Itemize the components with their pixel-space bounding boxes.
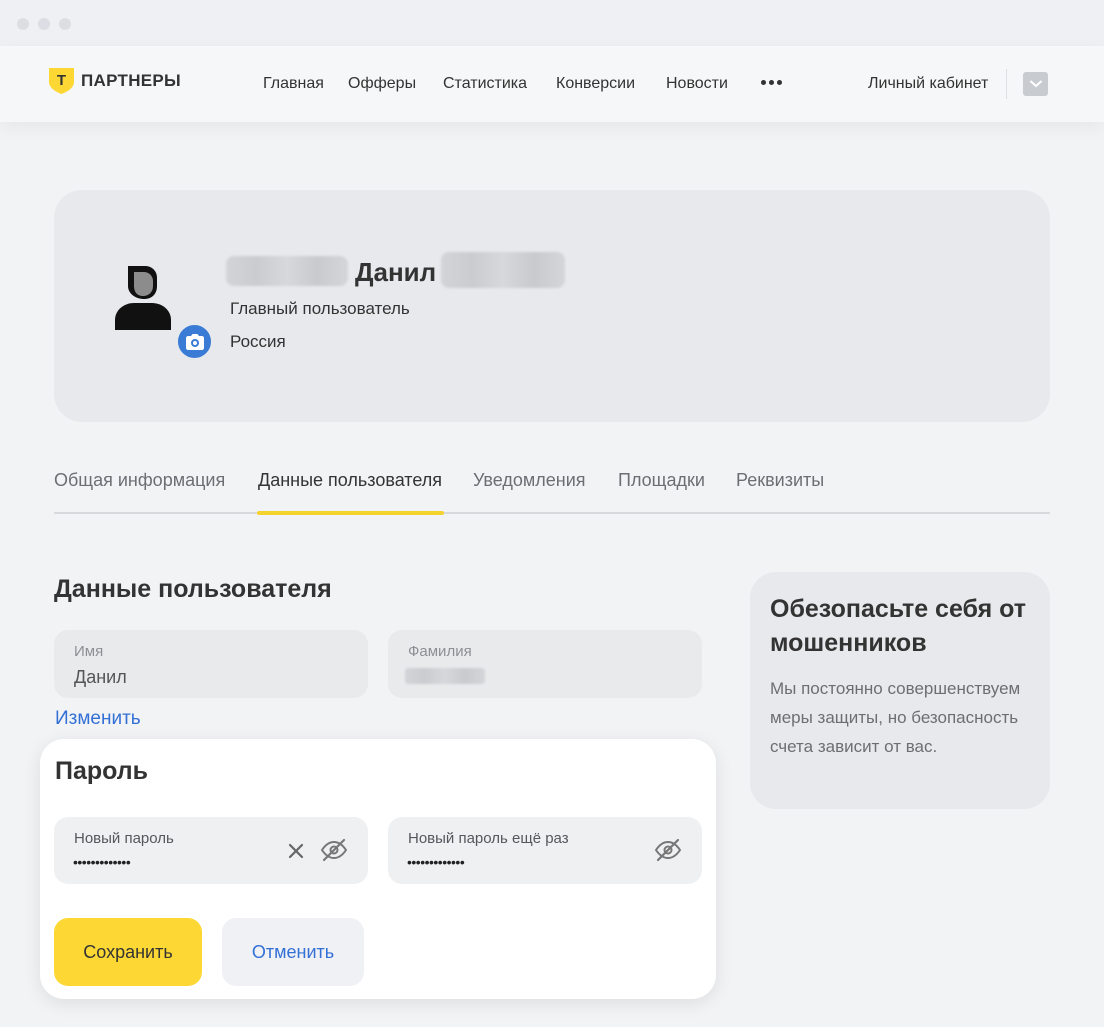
nav-item-offers[interactable]: Офферы [348, 74, 416, 94]
user-avatar [115, 266, 171, 330]
eye-off-icon[interactable] [654, 838, 682, 862]
password-title: Пароль [55, 757, 149, 785]
shield-logo-icon: Т [49, 68, 74, 94]
nav-item-news[interactable]: Новости [666, 74, 728, 94]
redacted-last-name [405, 668, 485, 684]
repeat-password-label: Новый пароль ещё раз [408, 830, 569, 847]
chevron-down-icon [1029, 80, 1042, 88]
tab-requisites[interactable]: Реквизиты [736, 469, 824, 491]
security-title: Обезопасьте себя от мошенников [770, 595, 1027, 657]
clear-icon[interactable] [287, 842, 305, 860]
tab-platforms[interactable]: Площадки [618, 469, 705, 491]
camera-icon [185, 333, 204, 350]
active-tab-indicator [257, 511, 444, 515]
tabs-divider [54, 512, 1050, 514]
nav-divider [1006, 69, 1007, 99]
tab-general-info[interactable]: Общая информация [54, 469, 225, 491]
security-text: Мы постоянно совершенствуем меры защиты,… [770, 679, 1021, 756]
tab-user-data[interactable]: Данные пользователя [258, 469, 442, 491]
redacted-patronymic [441, 252, 565, 288]
first-name-label: Имя [74, 643, 104, 660]
nav-item-statistics[interactable]: Статистика [443, 74, 527, 94]
window-dot [38, 18, 50, 30]
profile-country: Россия [230, 332, 286, 351]
save-button[interactable]: Сохранить [54, 918, 202, 986]
nav-item-conversions[interactable]: Конверсии [556, 74, 635, 94]
profile-name: Данил [355, 257, 437, 287]
user-menu-avatar[interactable] [1023, 72, 1048, 96]
edit-link[interactable]: Изменить [55, 707, 141, 731]
section-title: Данные пользователя [54, 575, 332, 603]
profile-role: Главный пользователь [230, 299, 410, 318]
brand-logo[interactable]: Т ПАРТНЕРЫ [48, 67, 181, 95]
redacted-surname [226, 256, 348, 286]
first-name-value: Данил [74, 667, 127, 687]
tab-notifications[interactable]: Уведомления [473, 469, 586, 491]
repeat-password-field[interactable]: Новый пароль ещё раз ••••••••••••• [388, 817, 702, 884]
svg-text:Т: Т [57, 72, 66, 89]
window-dot [59, 18, 71, 30]
first-name-field[interactable]: Имя Данил [54, 630, 368, 698]
last-name-label: Фамилия [408, 643, 472, 660]
repeat-password-value: ••••••••••••• [407, 854, 465, 870]
new-password-label: Новый пароль [74, 830, 174, 847]
brand-name: ПАРТНЕРЫ [81, 71, 181, 90]
more-dots-icon[interactable] [761, 80, 782, 85]
top-navbar: Т ПАРТНЕРЫ Главная Офферы Статистика Кон… [0, 46, 1104, 122]
security-tip-card: Обезопасьте себя от мошенников Мы постоя… [750, 572, 1050, 809]
profile-card [54, 190, 1050, 422]
new-password-value: ••••••••••••• [73, 854, 131, 870]
change-photo-button[interactable] [175, 322, 214, 361]
cancel-button[interactable]: Отменить [222, 918, 364, 986]
window-title-bar [0, 0, 1104, 46]
window-dot [17, 18, 29, 30]
personal-cabinet-link[interactable]: Личный кабинет [868, 74, 988, 94]
eye-off-icon[interactable] [320, 838, 348, 862]
nav-item-home[interactable]: Главная [263, 74, 324, 94]
new-password-field[interactable]: Новый пароль ••••••••••••• [54, 817, 368, 884]
last-name-field[interactable]: Фамилия [388, 630, 702, 698]
